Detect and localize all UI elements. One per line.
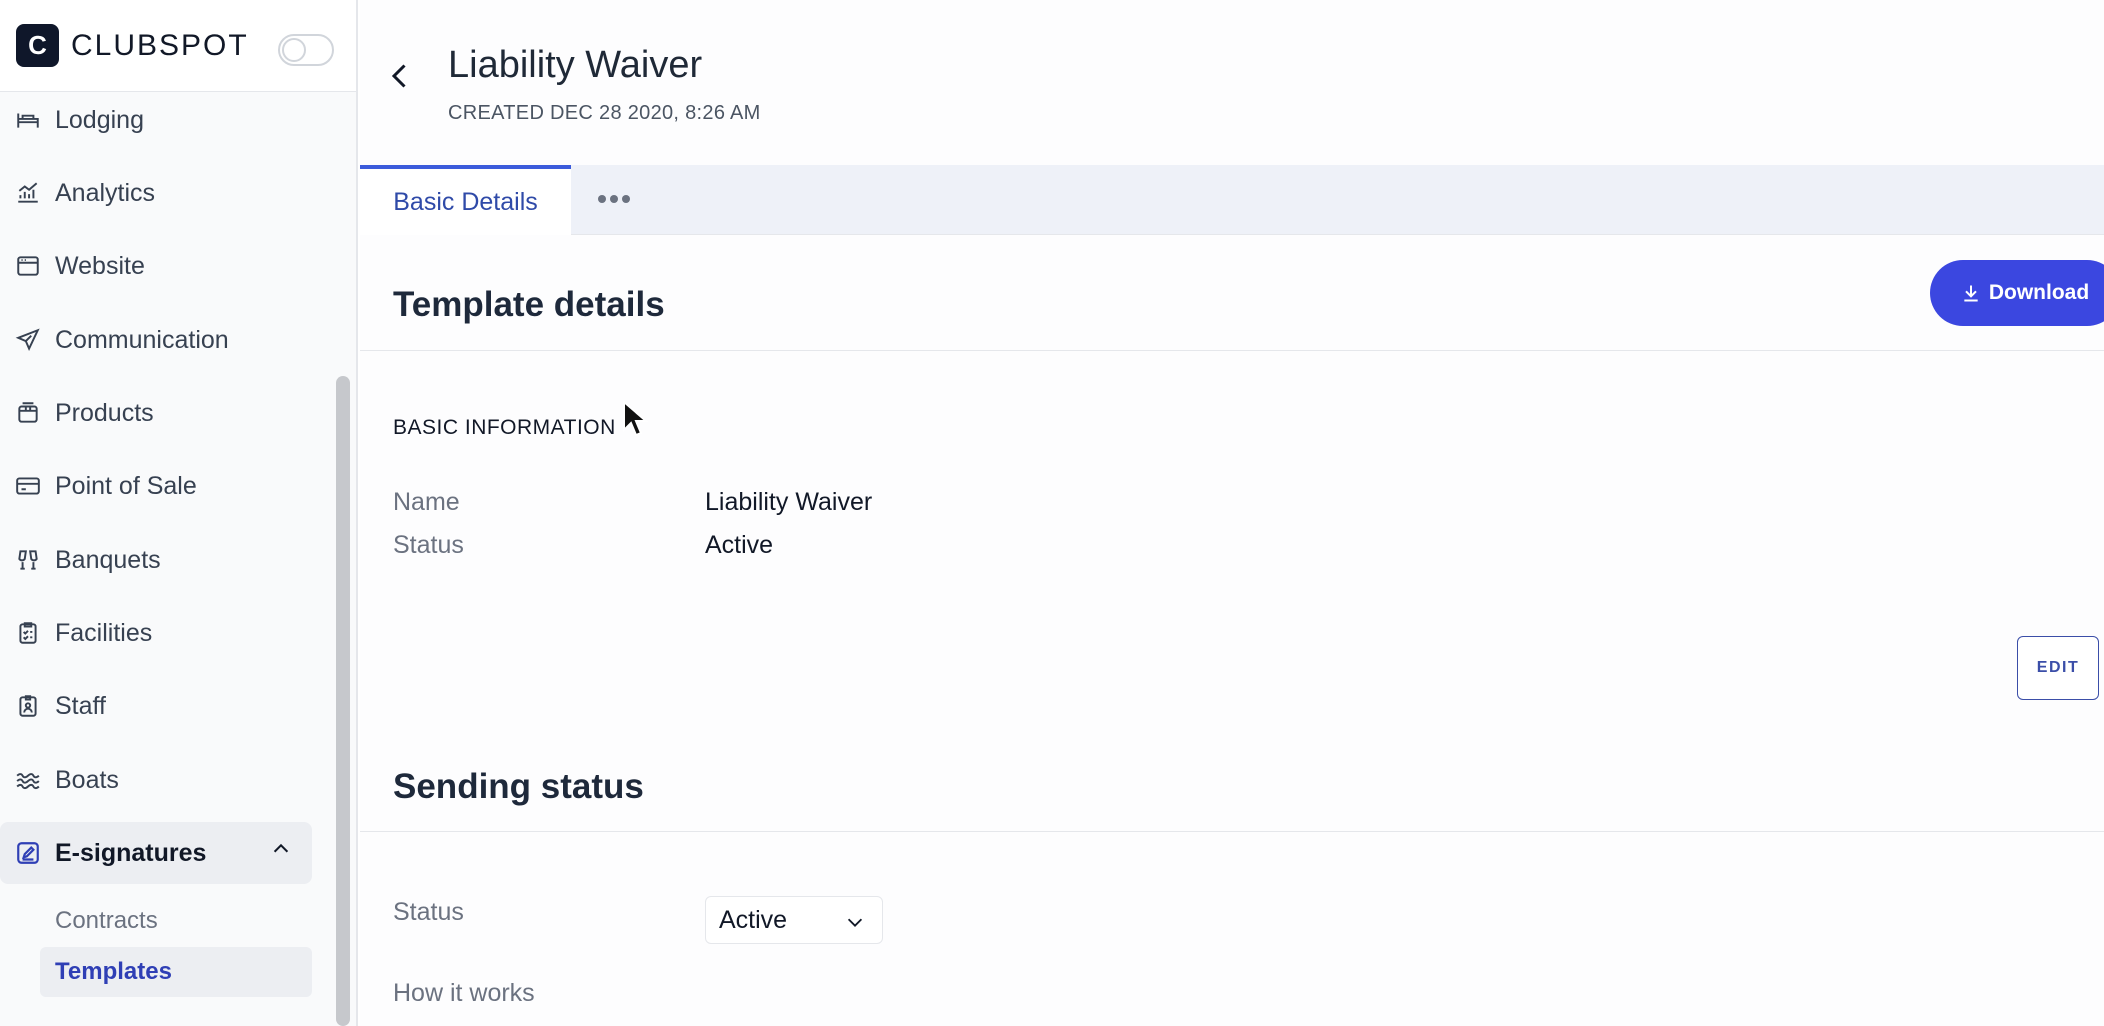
sidebar-item-label: Website [55,251,145,280]
sidebar-item-label: Point of Sale [55,471,197,500]
package-icon [14,399,42,427]
download-label: Download [1988,281,2090,304]
chevron-down-icon [847,918,863,927]
badge-icon [14,692,42,720]
clubspot-logo[interactable]: C [16,24,59,67]
edit-button[interactable]: EDIT [2017,636,2099,700]
sidebar-scrollbar-thumb[interactable] [336,376,350,1026]
mouse-cursor-icon [623,400,648,437]
sidebar-item-communication[interactable]: Communication [0,312,312,368]
sidebar-item-products[interactable]: Products [0,385,312,441]
sidebar-item-label: Analytics [55,178,156,207]
sidebar-item-label: Boats [55,765,119,794]
how-it-works-label: How it works [393,979,535,1007]
tab-bar: Basic Details [360,165,2104,235]
status-select[interactable]: Active [705,896,883,944]
sidebar-item-label: Lodging [55,105,144,134]
basic-information-heading: BASIC INFORMATION [393,416,616,439]
send-icon [14,326,42,354]
browser-icon [14,252,42,280]
chart-icon [14,179,42,207]
dot [598,195,606,203]
sidebar-subitem-templates[interactable]: Templates [40,947,312,997]
sidebar-item-website[interactable]: Website [0,238,312,294]
sidebar-item-label: Staff [55,691,106,720]
section-divider [360,831,2104,832]
clipboard-icon [14,619,42,647]
sending-status-label: Status [393,898,464,926]
sidebar-subitem-label: Contracts [55,907,158,934]
sidebar: C CLUBSPOT Lodging Analytics Website Com… [0,0,358,1026]
name-label: Name [393,488,460,516]
sidebar-item-label: Facilities [55,618,153,647]
sidebar-subitem-contracts[interactable]: Contracts [40,896,312,946]
signature-icon [14,839,42,867]
dot [610,195,618,203]
chevron-up-icon[interactable] [270,838,292,860]
sidebar-subitem-label: Templates [55,958,172,985]
created-date: CREATED DEC 28 2020, 8:26 AM [448,102,761,124]
status-select-value: Active [719,905,788,934]
dot [622,195,630,203]
brand-name: CLUBSPOT [71,28,249,62]
toggle-knob [282,38,306,62]
sending-status-title: Sending status [393,767,644,806]
download-button[interactable]: Download [1930,260,2104,326]
sidebar-item-label: E-signatures [55,838,207,867]
name-value: Liability Waiver [705,488,873,516]
main-content: Liability Waiver CREATED DEC 28 2020, 8:… [360,0,2104,1026]
status-value: Active [705,531,774,559]
glasses-icon [14,546,42,574]
back-arrow-icon[interactable] [382,58,418,94]
sidebar-item-label: Banquets [55,545,161,574]
sidebar-item-staff[interactable]: Staff [0,678,312,734]
sidebar-item-e-signatures[interactable]: E-signatures [0,822,312,884]
download-icon [1964,285,1978,302]
sidebar-item-label: Products [55,398,154,427]
sidebar-item-facilities[interactable]: Facilities [0,605,312,661]
sidebar-item-point-of-sale[interactable]: Point of Sale [0,458,312,514]
status-label: Status [393,531,464,559]
template-details-title: Template details [393,285,665,324]
sidebar-item-banquets[interactable]: Banquets [0,532,312,588]
card-icon [14,472,42,500]
page-title: Liability Waiver [448,44,703,86]
waves-icon [14,766,42,794]
sidebar-item-lodging[interactable]: Lodging [0,92,312,148]
bed-icon [14,106,42,134]
sidebar-item-boats[interactable]: Boats [0,752,312,808]
tab-basic-details[interactable]: Basic Details [360,165,571,235]
sidebar-toggle[interactable] [278,34,334,66]
sidebar-item-label: Communication [55,325,229,354]
section-divider [360,350,2104,351]
sidebar-item-analytics[interactable]: Analytics [0,165,312,221]
more-tabs-icon[interactable] [588,177,640,221]
